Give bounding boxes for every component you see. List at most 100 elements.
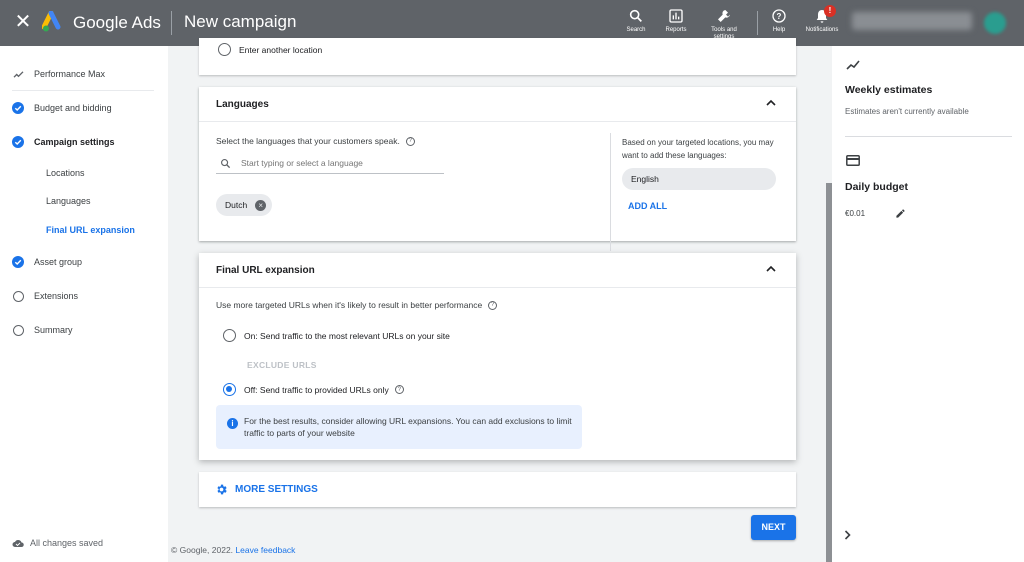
empty-circle-icon <box>12 290 24 302</box>
fue-description: Use more targeted URLs when it's likely … <box>216 300 498 310</box>
copyright: © Google, 2022. <box>171 545 234 555</box>
nav-label: Extensions <box>34 291 79 301</box>
option-label: Enter another location <box>239 44 323 55</box>
daily-budget-value: €0.01 <box>845 209 866 218</box>
chip-label: Dutch <box>225 200 248 210</box>
subnav-locations[interactable]: Locations <box>46 168 85 178</box>
more-settings-button[interactable]: MORE SETTINGS <box>199 472 796 507</box>
check-circle-icon <box>12 256 24 268</box>
close-icon[interactable]: ✕ <box>14 12 32 32</box>
wrench-icon <box>718 10 730 22</box>
nav-performance-max[interactable]: Performance Max <box>12 68 105 80</box>
help-icon[interactable]: ? <box>405 136 415 146</box>
languages-card: Languages Select the languages that your… <box>199 87 796 251</box>
credit-card-icon <box>846 155 860 166</box>
nav-divider <box>12 90 154 91</box>
nav-label: Budget and bidding <box>34 103 112 113</box>
nav-label: Summary <box>34 325 73 335</box>
add-all-button[interactable]: ADD ALL <box>628 201 667 211</box>
option-label: Off: Send traffic to provided URLs only <box>244 384 389 395</box>
section-title: Languages <box>216 98 269 110</box>
daily-budget-title: Daily budget <box>845 181 909 193</box>
chevron-up-icon[interactable] <box>766 265 776 272</box>
nav-asset-group[interactable]: Asset group <box>12 256 82 268</box>
cloud-done-icon <box>12 539 24 547</box>
trend-icon <box>846 60 860 70</box>
suggestion-text: Based on your targeted locations, you ma… <box>622 138 774 160</box>
exclude-urls-button[interactable]: EXCLUDE URLS <box>247 360 317 370</box>
weekly-estimates-title: Weekly estimates <box>845 84 933 96</box>
locations-card: Enter another location <box>199 38 796 75</box>
tools-settings-button[interactable]: Tools and settings <box>699 8 749 41</box>
radio-off-selected[interactable] <box>223 383 236 396</box>
help-icon: ? <box>772 9 786 23</box>
notification-badge: ! <box>824 5 836 17</box>
selected-language-chip: Dutch × <box>216 194 273 216</box>
languages-header[interactable]: Languages <box>199 87 796 122</box>
left-navigation: Performance Max Budget and bidding Campa… <box>0 46 168 562</box>
fue-description-text: Use more targeted URLs when it's likely … <box>216 300 483 310</box>
gear-icon <box>217 484 227 495</box>
language-search-input[interactable] <box>241 158 431 168</box>
account-info[interactable] <box>852 12 972 30</box>
edit-pencil-icon[interactable] <box>895 208 906 219</box>
nav-budget-bidding[interactable]: Budget and bidding <box>12 102 112 114</box>
help-icon[interactable]: ? <box>394 385 404 394</box>
suggested-language-chip[interactable]: English <box>622 168 776 190</box>
option-label: On: Send traffic to the most relevant UR… <box>244 330 450 341</box>
fue-option-off[interactable]: Off: Send traffic to provided URLs only … <box>223 383 404 396</box>
language-search[interactable] <box>216 153 444 174</box>
fue-option-on[interactable]: On: Send traffic to the most relevant UR… <box>223 329 450 342</box>
weekly-estimates-subtitle: Estimates aren't currently available <box>845 107 969 116</box>
notifications-tool-label: Notifications <box>805 27 839 33</box>
nav-extensions[interactable]: Extensions <box>12 290 78 302</box>
chevron-up-icon[interactable] <box>766 99 776 106</box>
search-icon <box>221 158 231 168</box>
final-url-expansion-header[interactable]: Final URL expansion <box>199 253 796 288</box>
google-ads-logo <box>42 11 61 32</box>
empty-circle-icon <box>12 324 24 336</box>
next-button[interactable]: NEXT <box>751 515 796 540</box>
more-settings-label: MORE SETTINGS <box>235 484 318 495</box>
subnav-languages[interactable]: Languages <box>46 196 91 206</box>
enter-another-location-option[interactable]: Enter another location <box>218 43 322 56</box>
search-icon <box>629 9 642 22</box>
page-title: New campaign <box>184 12 297 31</box>
reports-tool-label: Reports <box>665 27 687 33</box>
help-icon[interactable]: ? <box>488 300 498 310</box>
svg-text:?: ? <box>777 12 782 21</box>
reports-tool-button[interactable]: Reports <box>651 8 701 34</box>
footer: © Google, 2022. Leave feedback <box>171 545 295 555</box>
feedback-link[interactable]: Leave feedback <box>235 545 295 555</box>
check-circle-icon <box>12 136 24 148</box>
chevron-right-icon[interactable] <box>844 530 851 540</box>
check-circle-icon <box>12 102 24 114</box>
remove-chip-icon[interactable]: × <box>255 199 267 211</box>
nav-campaign-settings[interactable]: Campaign settings <box>12 136 115 148</box>
final-url-expansion-card: Final URL expansion Use more targeted UR… <box>199 253 796 460</box>
info-banner: i For the best results, consider allowin… <box>216 405 582 449</box>
languages-question: Select the languages that your customers… <box>216 136 415 146</box>
save-status: All changes saved <box>12 538 103 548</box>
brand-name: Google Ads <box>73 13 161 32</box>
info-icon: i <box>227 418 238 429</box>
nav-label: Asset group <box>34 257 83 267</box>
subnav-final-url-expansion[interactable]: Final URL expansion <box>46 225 135 235</box>
panel-divider <box>845 136 1012 137</box>
radio-button[interactable] <box>218 43 231 56</box>
nav-summary[interactable]: Summary <box>12 324 73 336</box>
nav-label: Campaign settings <box>34 137 115 147</box>
trend-icon <box>12 68 24 80</box>
save-status-text: All changes saved <box>30 538 104 548</box>
reports-icon <box>669 9 683 23</box>
estimates-panel: Weekly estimates Estimates aren't curren… <box>832 46 1024 562</box>
notifications-tool-button[interactable]: ! Notifications <box>797 5 847 34</box>
languages-question-text: Select the languages that your customers… <box>216 136 400 146</box>
languages-divider <box>610 133 611 251</box>
section-title: Final URL expansion <box>216 264 315 276</box>
info-text: For the best results, consider allowing … <box>244 416 572 438</box>
nav-label: Performance Max <box>34 69 106 79</box>
avatar[interactable] <box>984 12 1006 34</box>
header-divider <box>171 11 172 35</box>
radio-on[interactable] <box>223 329 236 342</box>
